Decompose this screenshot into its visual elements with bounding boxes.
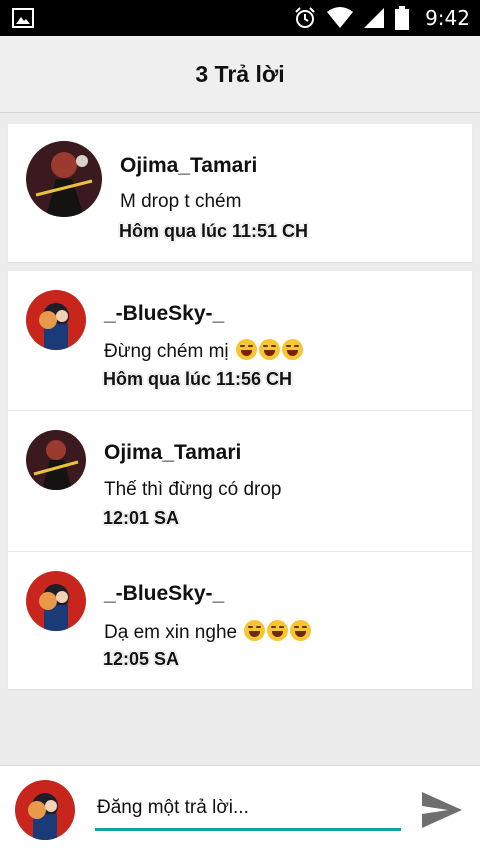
send-icon[interactable] [420, 790, 464, 830]
list-item: _-BlueSky-_ Dạ em xin nghe 12:05 SA [8, 551, 472, 688]
status-bar: 9:42 [0, 0, 480, 36]
current-user-avatar [15, 780, 75, 840]
reply-timestamp: 12:05 SA [103, 649, 180, 669]
page-title: 3 Trả lời [195, 60, 285, 87]
grinning-face-icon [244, 620, 266, 641]
reply-author[interactable]: _-BlueSky-_ [104, 302, 224, 326]
battery-icon [395, 6, 410, 30]
reply-text: Thế thì đừng có drop [104, 479, 282, 500]
reply-text-content: Đừng chém mị [104, 341, 229, 362]
list-item: _-BlueSky-_ Đừng chém mị Hôm qua lúc 11:… [8, 271, 472, 410]
crying-face-icon [281, 339, 303, 360]
gallery-icon [12, 8, 34, 28]
alarm-icon [295, 7, 315, 28]
comment-text: M drop t chém [120, 191, 242, 212]
avatar[interactable] [26, 141, 102, 217]
reply-compose-bar [0, 765, 480, 855]
avatar[interactable] [26, 430, 86, 490]
parent-comment: Ojima_Tamari M drop t chém Hôm qua lúc 1… [8, 124, 472, 262]
reply-timestamp: Hôm qua lúc 11:56 CH [103, 369, 293, 389]
reply-text: Dạ em xin nghe [104, 620, 312, 644]
signal-icon [364, 8, 385, 28]
replies-list: _-BlueSky-_ Đừng chém mị Hôm qua lúc 11:… [8, 271, 472, 689]
reply-input[interactable] [95, 788, 401, 831]
avatar[interactable] [26, 290, 86, 350]
grinning-face-icon [290, 620, 312, 641]
app-header: 3 Trả lời [0, 36, 480, 113]
avatar[interactable] [26, 571, 86, 631]
reply-author[interactable]: _-BlueSky-_ [104, 582, 224, 606]
crying-face-icon [258, 339, 280, 360]
list-item: Ojima_Tamari Thế thì đừng có drop 12:01 … [8, 410, 472, 551]
reply-text: Đừng chém mị [104, 339, 303, 363]
comment-timestamp: Hôm qua lúc 11:51 CH [119, 221, 309, 241]
wifi-icon [327, 7, 354, 28]
clock: 9:42 [425, 6, 470, 30]
crying-face-icon [235, 339, 257, 360]
comment-author[interactable]: Ojima_Tamari [120, 154, 257, 178]
reply-author[interactable]: Ojima_Tamari [104, 441, 241, 465]
grinning-face-icon [267, 620, 289, 641]
reply-text-content: Dạ em xin nghe [104, 622, 238, 643]
reply-timestamp: 12:01 SA [103, 508, 180, 528]
